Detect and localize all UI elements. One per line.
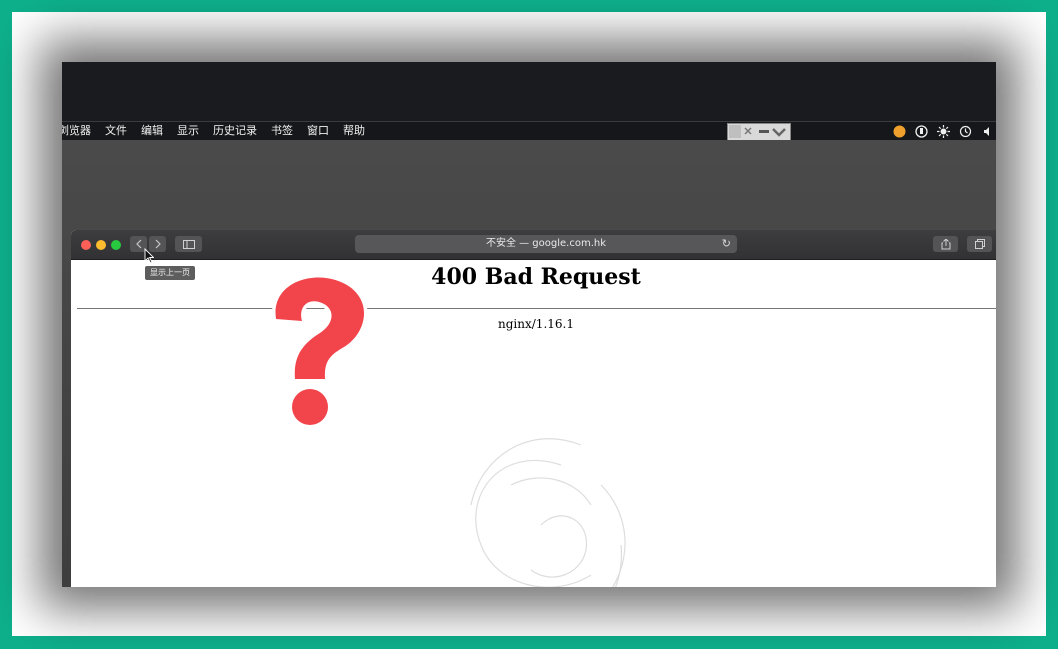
question-mark-icon (272, 274, 368, 429)
mac-screen: 浏览器 文件 编辑 显示 历史记录 书签 窗口 帮助 不安全 — google.… (62, 62, 996, 587)
menu-bar-widget[interactable] (727, 123, 791, 141)
menu-bar: 浏览器 文件 编辑 显示 历史记录 书签 窗口 帮助 (62, 121, 996, 141)
time-machine-icon[interactable] (958, 124, 972, 138)
share-button[interactable] (933, 236, 958, 252)
sidebar-button[interactable] (175, 236, 202, 252)
safari-window: 不安全 — google.com.hk ↻ 400 Bad Request ng… (71, 230, 996, 587)
swirl-watermark-icon (470, 438, 626, 587)
menu-item-file[interactable]: 文件 (105, 122, 127, 140)
browser-toolbar: 不安全 — google.com.hk ↻ (71, 230, 996, 260)
sidebar-icon (182, 239, 195, 249)
forward-chevron-icon (155, 239, 161, 249)
back-chevron-icon (135, 239, 141, 249)
menu-item-bookmarks[interactable]: 书签 (271, 122, 293, 140)
zoom-button[interactable] (111, 240, 121, 250)
menu-item-help[interactable]: 帮助 (343, 122, 365, 140)
pointer-cursor-icon (144, 248, 154, 264)
address-bar[interactable]: 不安全 — google.com.hk ↻ (355, 235, 737, 253)
back-tooltip: 显示上一页 (145, 266, 195, 280)
volume-icon[interactable] (980, 124, 994, 138)
horizontal-rule (77, 308, 996, 309)
menu-item-view[interactable]: 显示 (177, 122, 199, 140)
share-icon (941, 238, 950, 249)
close-button[interactable] (81, 240, 91, 250)
tabs-icon (974, 239, 985, 249)
brightness-icon[interactable] (936, 124, 950, 138)
minimize-button[interactable] (96, 240, 106, 250)
status-bulb-icon[interactable] (914, 124, 928, 138)
menu-item-edit[interactable]: 编辑 (141, 122, 163, 140)
error-heading: 400 Bad Request (431, 264, 641, 290)
reload-icon[interactable]: ↻ (722, 235, 731, 253)
status-app-icon[interactable] (892, 124, 906, 138)
address-text: 不安全 — google.com.hk (485, 238, 607, 249)
menu-item-window[interactable]: 窗口 (307, 122, 329, 140)
server-signature: nginx/1.16.1 (498, 317, 574, 331)
status-icons (892, 122, 994, 138)
menu-item-history[interactable]: 历史记录 (213, 122, 257, 140)
menu-items: 浏览器 文件 编辑 显示 历史记录 书签 窗口 帮助 (62, 122, 379, 140)
menu-item-app[interactable]: 浏览器 (62, 122, 91, 140)
tabs-button[interactable] (967, 236, 992, 252)
